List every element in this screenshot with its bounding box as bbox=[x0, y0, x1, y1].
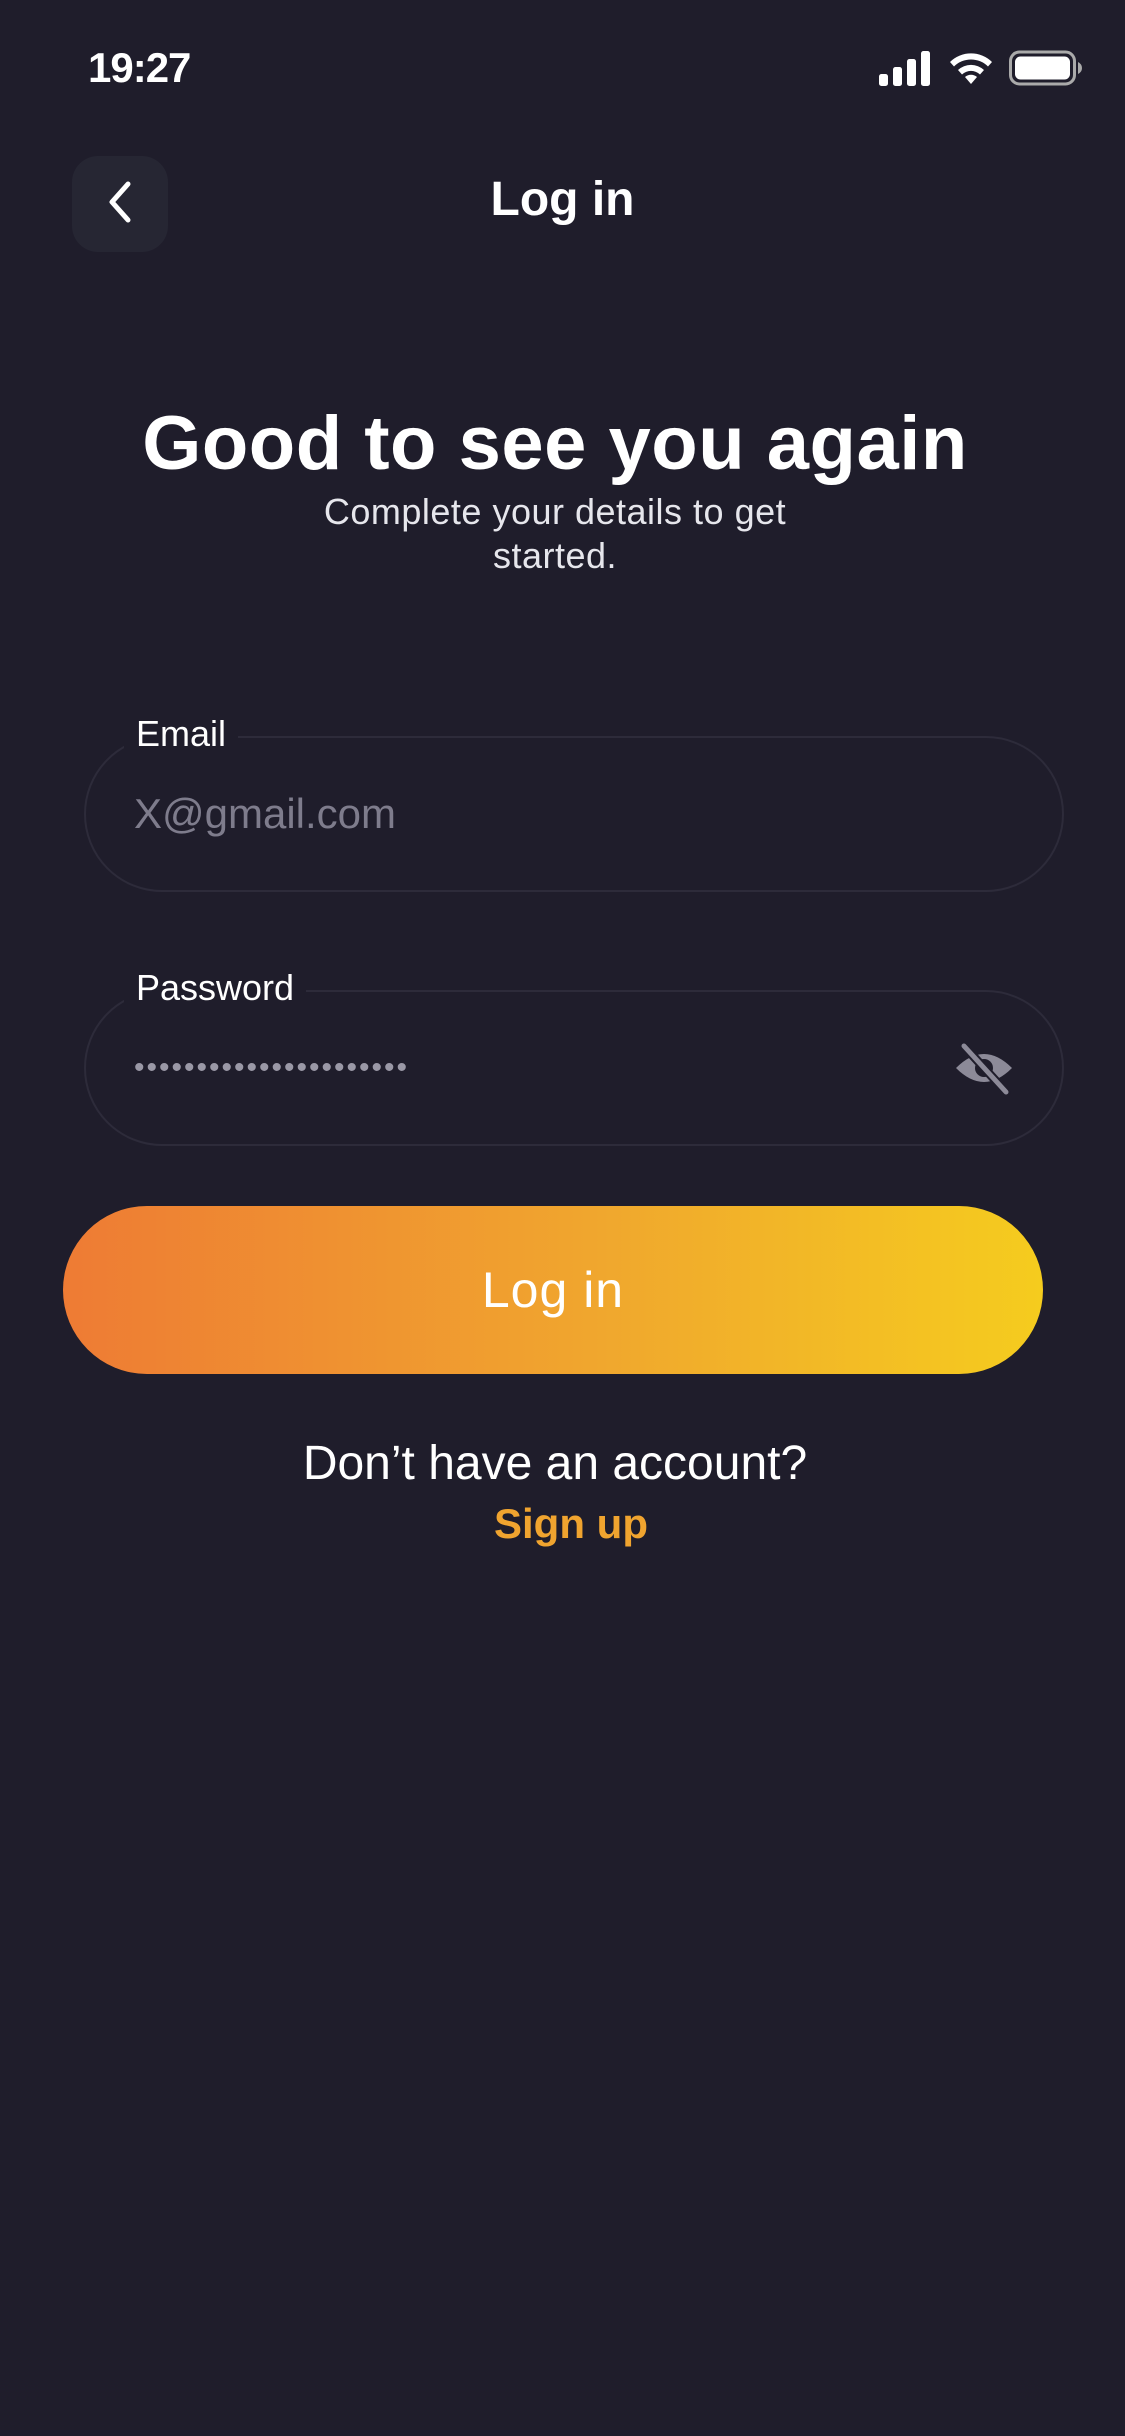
password-field-container: Password bbox=[84, 966, 1064, 1146]
email-field-container: Email bbox=[84, 712, 1064, 892]
login-button[interactable]: Log in bbox=[63, 1206, 1043, 1374]
eye-off-icon[interactable] bbox=[952, 1040, 1016, 1097]
password-field[interactable] bbox=[134, 992, 954, 1144]
status-time: 19:27 bbox=[88, 44, 191, 91]
cellular-signal-icon bbox=[879, 50, 933, 91]
wifi-icon bbox=[947, 50, 995, 91]
sign-up-link[interactable]: Sign up bbox=[0, 1500, 1125, 1548]
battery-icon bbox=[1009, 50, 1083, 91]
status-icons bbox=[879, 50, 1083, 91]
subtitle: Complete your details to get started. bbox=[323, 491, 787, 576]
email-field[interactable] bbox=[134, 738, 954, 890]
headline: Good to see you again bbox=[142, 401, 968, 486]
status-bar: 19:27 bbox=[0, 0, 1125, 140]
page-title: Log in bbox=[490, 173, 635, 226]
no-account-prompt: Don’t have an account? bbox=[302, 1437, 808, 1490]
